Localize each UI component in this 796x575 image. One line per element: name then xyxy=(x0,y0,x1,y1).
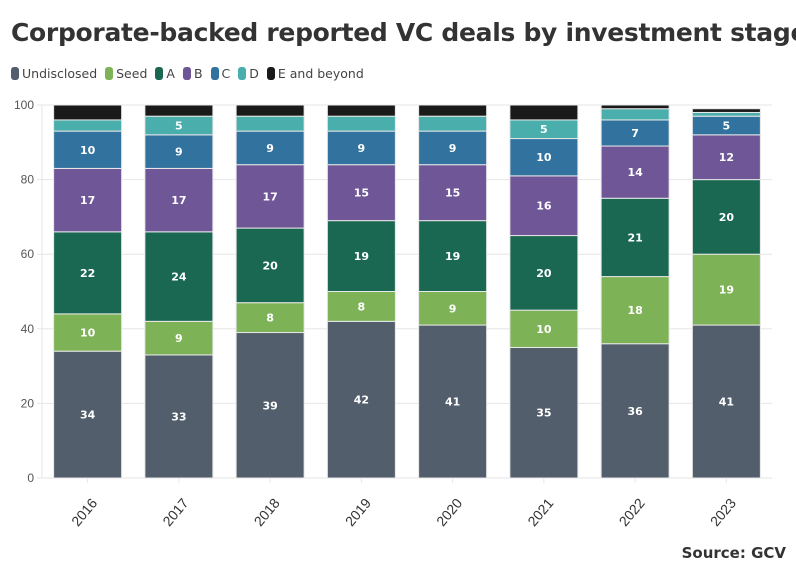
x-tick-label: 2017 xyxy=(159,495,191,529)
data-label: 5 xyxy=(723,120,731,133)
data-label: 10 xyxy=(80,327,96,340)
data-label: 9 xyxy=(449,142,457,155)
y-tick-label: 0 xyxy=(27,471,34,485)
y-tick-label: 60 xyxy=(21,247,35,261)
x-tick-label: 2016 xyxy=(68,495,100,529)
data-label: 19 xyxy=(354,250,369,263)
bar-stack-2020: 41 9 19 15 9 xyxy=(418,104,488,479)
data-label: 9 xyxy=(358,142,366,155)
data-label: 15 xyxy=(354,187,369,200)
data-label: 41 xyxy=(445,396,460,409)
data-label: 5 xyxy=(175,120,183,133)
x-tick-label: 2021 xyxy=(524,495,556,529)
data-label: 19 xyxy=(719,284,734,297)
bar-segment-d[interactable] xyxy=(418,115,488,132)
data-label: 10 xyxy=(536,323,552,336)
x-tick-label: 2018 xyxy=(251,495,283,529)
data-label: 15 xyxy=(445,187,460,200)
bar-stack-2021: 35 10 20 16 10 5 xyxy=(509,104,579,479)
data-label: 20 xyxy=(719,211,735,224)
bar-segment-e-and-beyond[interactable] xyxy=(418,104,488,117)
bar-segment-e-and-beyond[interactable] xyxy=(235,104,305,117)
y-tick-label: 40 xyxy=(21,322,35,336)
data-label: 5 xyxy=(540,123,548,136)
data-label: 8 xyxy=(358,300,366,313)
bar-segment-e-and-beyond[interactable] xyxy=(691,108,761,113)
bar-stack-2018: 39 8 20 17 9 xyxy=(235,104,305,479)
data-label: 20 xyxy=(262,259,278,272)
bar-segment-e-and-beyond[interactable] xyxy=(53,104,123,121)
chart-plot: 0204060801003410221710201633924179520173… xyxy=(14,98,772,529)
x-tick-label: 2022 xyxy=(616,495,648,529)
data-label: 9 xyxy=(266,142,274,155)
x-tick-label: 2019 xyxy=(342,495,374,529)
bar-segment-d[interactable] xyxy=(600,108,670,121)
data-label: 18 xyxy=(627,304,642,317)
data-label: 36 xyxy=(627,405,643,418)
bar-stack-2022: 36 18 21 14 7 xyxy=(600,104,670,479)
data-label: 10 xyxy=(536,151,552,164)
data-label: 22 xyxy=(80,267,95,280)
data-label: 17 xyxy=(171,194,186,207)
bar-stack-2016: 34 10 22 17 10 xyxy=(53,104,123,479)
data-label: 7 xyxy=(631,127,639,140)
bar-segment-e-and-beyond[interactable] xyxy=(326,104,396,117)
bar-stack-2019: 42 8 19 15 9 xyxy=(326,104,396,479)
data-label: 21 xyxy=(627,231,642,244)
data-label: 14 xyxy=(627,166,643,179)
bar-segment-d[interactable] xyxy=(691,111,761,117)
data-label: 24 xyxy=(171,271,187,284)
data-label: 20 xyxy=(536,267,552,280)
data-label: 39 xyxy=(262,399,277,412)
bar-stack-2023: 41 19 20 12 5 xyxy=(691,108,761,479)
data-label: 19 xyxy=(445,250,460,263)
bar-stack-2017: 33 9 24 17 9 5 xyxy=(144,104,214,479)
bar-segment-d[interactable] xyxy=(326,115,396,132)
data-label: 42 xyxy=(354,394,369,407)
source-note: Source: GCV xyxy=(681,544,786,562)
y-tick-label: 100 xyxy=(14,98,34,112)
data-label: 8 xyxy=(266,312,274,325)
bar-segment-e-and-beyond[interactable] xyxy=(509,104,579,121)
data-label: 33 xyxy=(171,410,186,423)
x-tick-label: 2020 xyxy=(433,495,465,529)
y-tick-label: 20 xyxy=(21,396,35,410)
data-label: 9 xyxy=(175,332,183,345)
bar-segment-d[interactable] xyxy=(235,115,305,132)
x-tick-label: 2023 xyxy=(707,495,739,529)
data-label: 9 xyxy=(175,146,183,159)
data-label: 9 xyxy=(449,302,457,315)
bar-segment-e-and-beyond[interactable] xyxy=(600,104,670,110)
data-label: 35 xyxy=(536,407,551,420)
data-label: 17 xyxy=(262,190,277,203)
bar-segment-d[interactable] xyxy=(53,119,123,132)
data-label: 12 xyxy=(719,151,734,164)
data-label: 10 xyxy=(80,144,96,157)
bar-segment-e-and-beyond[interactable] xyxy=(144,104,214,117)
data-label: 16 xyxy=(536,200,552,213)
data-label: 17 xyxy=(80,194,95,207)
data-label: 34 xyxy=(80,409,96,422)
data-label: 41 xyxy=(719,396,734,409)
y-tick-label: 80 xyxy=(21,173,35,187)
